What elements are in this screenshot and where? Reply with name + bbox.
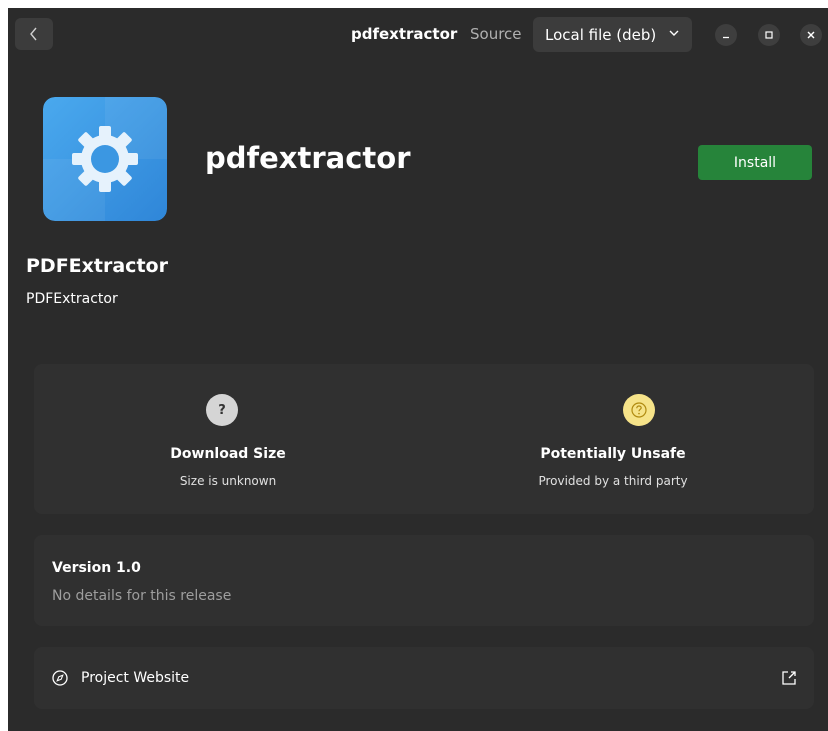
header-title: pdfextractor bbox=[351, 25, 458, 43]
compass-icon bbox=[52, 670, 68, 686]
project-website-label: Project Website bbox=[81, 670, 190, 686]
app-summary-subtitle: PDFExtractor bbox=[26, 291, 118, 307]
download-size-title: Download Size bbox=[170, 446, 286, 462]
install-button[interactable]: Install bbox=[698, 145, 812, 180]
project-website-link[interactable]: Project Website bbox=[34, 647, 814, 709]
maximize-button[interactable] bbox=[758, 24, 780, 46]
gear-icon bbox=[43, 97, 167, 221]
source-dropdown-value: Local file (deb) bbox=[545, 25, 657, 44]
chevron-down-icon bbox=[669, 30, 679, 36]
source-label: Source bbox=[470, 25, 522, 43]
source-dropdown[interactable]: Local file (deb) bbox=[533, 17, 692, 52]
safety-title: Potentially Unsafe bbox=[540, 446, 686, 462]
external-link-icon bbox=[782, 671, 796, 685]
chevron-left-icon bbox=[30, 27, 37, 41]
question-mark-icon: ? bbox=[206, 394, 238, 426]
version-notes: No details for this release bbox=[52, 588, 232, 604]
close-button[interactable] bbox=[800, 24, 822, 46]
context-tiles: ? Download Size Size is unknown Potentia… bbox=[34, 364, 814, 514]
question-circle-icon bbox=[623, 394, 655, 426]
app-name: pdfextractor bbox=[205, 141, 411, 175]
minimize-button[interactable] bbox=[715, 24, 737, 46]
download-size-description: Size is unknown bbox=[179, 474, 277, 488]
app-summary-title: PDFExtractor bbox=[26, 255, 168, 277]
maximize-icon bbox=[765, 31, 773, 39]
header-bar: pdfextractor Source Local file (deb) bbox=[8, 8, 828, 61]
app-icon bbox=[43, 97, 167, 221]
app-window: pdfextractor Source Local file (deb) pdf… bbox=[8, 8, 828, 731]
version-card: Version 1.0 No details for this release bbox=[34, 535, 814, 626]
version-title: Version 1.0 bbox=[52, 560, 141, 576]
safety-tile[interactable]: Potentially Unsafe Provided by a third p… bbox=[424, 364, 814, 514]
download-size-tile[interactable]: ? Download Size Size is unknown bbox=[34, 364, 424, 514]
close-icon bbox=[807, 31, 815, 39]
back-button[interactable] bbox=[15, 18, 53, 50]
minimize-icon bbox=[723, 36, 729, 39]
safety-description: Provided by a third party bbox=[538, 474, 688, 488]
